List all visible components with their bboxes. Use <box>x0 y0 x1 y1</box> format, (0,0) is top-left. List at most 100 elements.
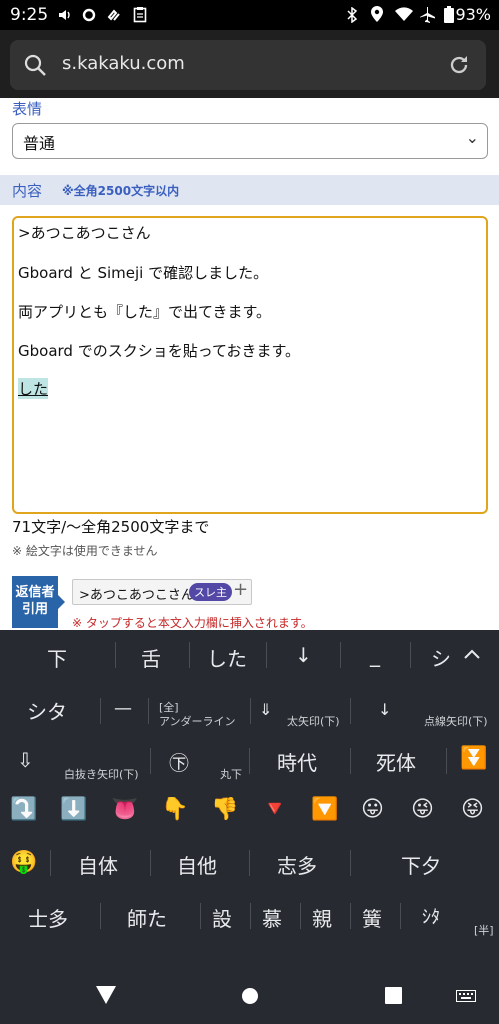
content-section-header: 内容 ※全角2500文字以内 <box>0 175 499 205</box>
reload-icon[interactable] <box>447 53 471 77</box>
wifi-icon <box>395 7 413 22</box>
address-bar[interactable]: s.kakaku.com <box>10 40 486 90</box>
quote-chip[interactable]: >あつこあつこさん スレ主 + <box>72 579 252 605</box>
volume-icon <box>59 10 70 20</box>
divider <box>115 642 116 668</box>
char-count: 71文字/～全角2500文字まで <box>12 518 210 536</box>
candidate[interactable]: 舌 <box>141 643 161 672</box>
divider <box>350 698 351 724</box>
airplane-icon <box>420 7 435 23</box>
divider <box>350 850 351 876</box>
key-underline[interactable]: アンダーライン <box>159 713 236 729</box>
composing-text: した <box>18 378 49 399</box>
key-bold-arrow-down[interactable]: ⇓ <box>259 700 272 719</box>
status-time: 9:25 <box>10 5 49 25</box>
emoji-key[interactable]: 👇 <box>161 797 188 822</box>
candidate[interactable]: _ <box>370 643 380 667</box>
bluetooth-icon <box>347 7 358 23</box>
clipboard-icon <box>133 7 147 23</box>
emoji-key[interactable]: ⬇️ <box>60 797 87 822</box>
key-shita-shi[interactable]: 士多 <box>28 903 68 932</box>
text-line: Gboard でのスクショを貼っておきます。 <box>18 342 301 360</box>
divider <box>400 903 401 929</box>
emoji-key[interactable]: 😝 <box>461 797 484 822</box>
content-textarea[interactable]: >あつこあつこさん Gboard と Simeji で確認しました。 両アプリと… <box>12 216 488 514</box>
quote-label-line1: 返信者 <box>15 585 55 600</box>
content-hint: ※全角2500文字以内 <box>62 184 180 198</box>
emoji-key[interactable]: 🔽 <box>311 797 338 822</box>
quote-label: 返信者 引用 <box>12 576 65 628</box>
back-triangle-icon[interactable] <box>96 986 116 1004</box>
face-select[interactable]: 普通 ⌄ <box>12 123 488 159</box>
divider <box>148 698 149 724</box>
key-shitai[interactable]: 死体 <box>376 747 416 776</box>
face-select-value: 普通 <box>23 134 56 153</box>
sync-icon <box>107 9 120 21</box>
emoji-key[interactable]: ⤵️ <box>10 797 37 822</box>
key-shita[interactable]: シタ <box>27 696 67 725</box>
divider <box>250 698 251 724</box>
divider <box>150 748 151 774</box>
location-icon <box>371 6 383 22</box>
thread-owner-badge: スレ主 <box>189 583 232 601</box>
key-bold-arrow-down-label: 太矢印(下) <box>287 715 340 728</box>
halfwidth-tag: [半] <box>474 924 494 937</box>
key-dotted-arrow-down[interactable]: ↓ <box>378 700 391 719</box>
candidate[interactable]: した <box>207 643 247 672</box>
key-halfwidth-shita[interactable]: ｼﾀ <box>422 903 440 929</box>
divider <box>300 903 301 929</box>
keyboard-switch-icon[interactable] <box>456 990 476 1002</box>
emoji-note: ※ 絵文字は使用できません <box>12 544 158 558</box>
candidate[interactable]: ↓ <box>295 643 312 667</box>
key-shin[interactable]: 親 <box>312 903 332 932</box>
chevron-down-icon: ⌄ <box>465 128 479 147</box>
divider <box>410 642 411 668</box>
key-ko[interactable]: 簧 <box>362 903 382 932</box>
status-bar: 9:25 93% <box>0 0 499 30</box>
content-label: 内容 <box>12 182 43 200</box>
key-setsu[interactable]: 設 <box>212 903 232 932</box>
emoji-key[interactable]: 😜 <box>411 797 434 822</box>
divider <box>189 642 190 668</box>
key-bo[interactable]: 慕 <box>262 903 282 932</box>
key-jita[interactable]: 自他 <box>177 850 217 879</box>
face-label: 表情 <box>12 100 43 118</box>
emoji-key[interactable]: 👅 <box>111 797 138 822</box>
home-circle-icon[interactable] <box>241 987 259 1005</box>
emoji-key[interactable]: 🔻 <box>261 797 288 822</box>
divider <box>350 903 351 929</box>
key-shita-shi2[interactable]: 師た <box>127 903 167 932</box>
emoji-key[interactable]: 🤑 <box>10 850 37 875</box>
divider <box>249 748 250 774</box>
page-content: 表情 普通 ⌄ 内容 ※全角2500文字以内 >あつこあつこさん Gboard … <box>0 98 499 630</box>
key-jidai[interactable]: 時代 <box>277 747 317 776</box>
chevron-up-icon[interactable] <box>463 648 481 660</box>
key-circled-shita[interactable]: ㊦ <box>169 747 189 776</box>
key-shita-kanji[interactable]: 志多 <box>277 850 317 879</box>
emoji-key[interactable]: 😛 <box>361 797 384 822</box>
divider <box>100 903 101 929</box>
key-white-arrow-down[interactable]: ⇩ <box>17 748 34 772</box>
key-jitai[interactable]: 自体 <box>78 850 118 879</box>
key-shita-yu[interactable]: 下夕 <box>401 850 441 879</box>
key-dotted-arrow-down-label: 点線矢印(下) <box>424 715 488 728</box>
quote-chip-text: >あつこあつこさん <box>79 588 194 603</box>
divider <box>266 642 267 668</box>
key-dash[interactable]: — <box>114 698 132 719</box>
candidate[interactable]: 下 <box>47 643 67 672</box>
candidate-strip: 下 舌 した ↓ _ シ <box>0 630 499 680</box>
divider <box>350 748 351 774</box>
plus-icon: + <box>233 579 249 600</box>
divider <box>340 642 341 668</box>
text-line: 両アプリとも『した』で出てきます。 <box>18 303 272 321</box>
recents-square-icon[interactable] <box>385 987 402 1004</box>
divider <box>249 850 250 876</box>
divider <box>150 850 151 876</box>
divider <box>200 903 201 929</box>
emoji-key[interactable]: 👎 <box>211 797 238 822</box>
candidate[interactable]: シ <box>431 643 451 672</box>
key-double-down-emoji[interactable]: ⏬ <box>460 746 487 771</box>
key-white-arrow-down-label: 白抜き矢印(下) <box>64 768 139 781</box>
navigation-bar <box>0 960 499 1024</box>
browser-toolbar: s.kakaku.com <box>0 30 499 98</box>
